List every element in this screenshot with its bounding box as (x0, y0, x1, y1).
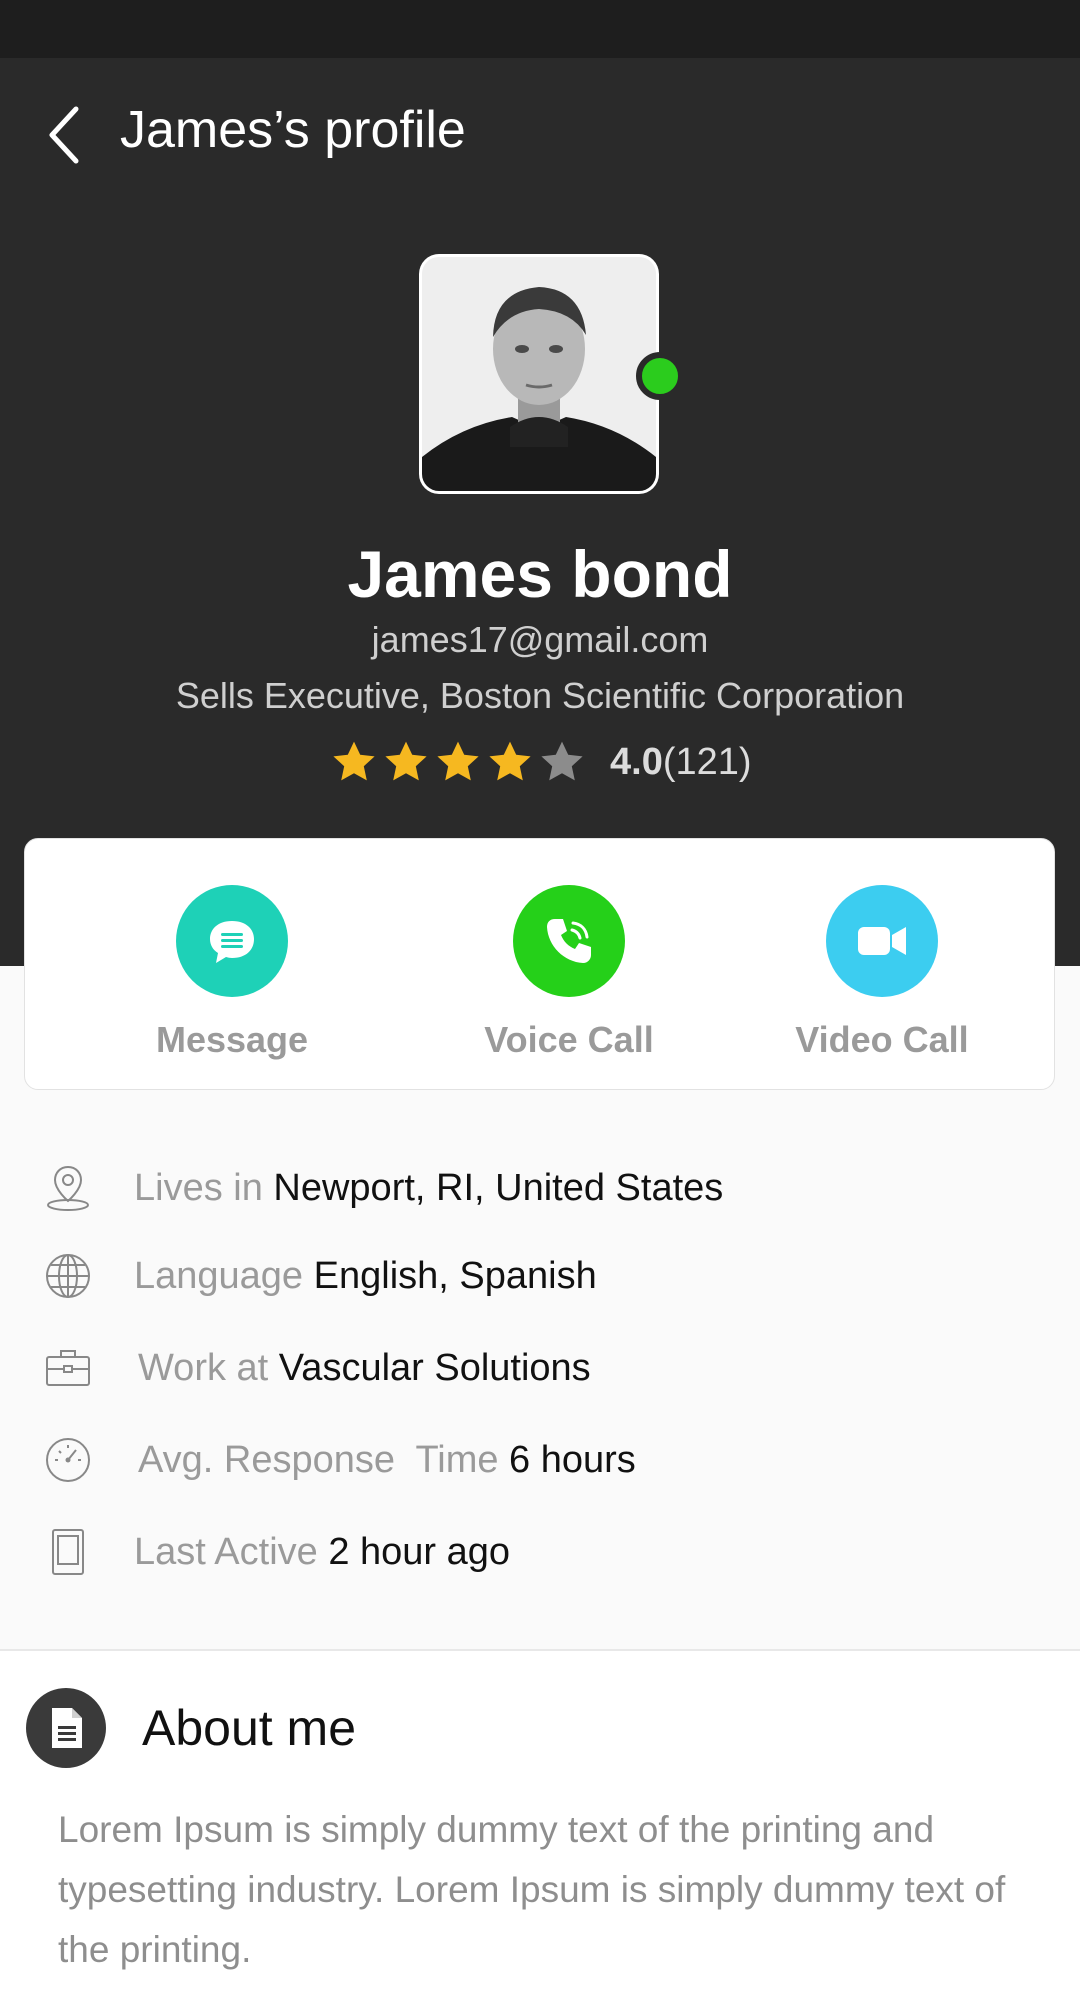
star-icon (437, 741, 479, 781)
phone-device-icon (40, 1524, 96, 1580)
rating: 4.0 (121) (330, 734, 752, 790)
document-icon (26, 1688, 106, 1768)
info-key: Avg. Response Time (138, 1439, 510, 1481)
star-icon (333, 741, 375, 781)
message-button[interactable]: Message (102, 885, 362, 1065)
video-call-button[interactable]: Video Call (752, 885, 1012, 1065)
info-key: Work at (138, 1347, 279, 1389)
avatar[interactable] (419, 254, 659, 494)
profile-header (0, 58, 1080, 966)
profile-name: James bond (347, 537, 733, 611)
info-key: Lives in (134, 1167, 274, 1209)
info-last-active: Last Active 2 hour ago (0, 1512, 1080, 1592)
video-camera-icon (858, 927, 906, 955)
star-empty-icon (541, 741, 583, 781)
info-key: Language (134, 1255, 314, 1297)
avatar-photo (422, 257, 656, 491)
info-value: English, Spanish (313, 1255, 597, 1297)
back-button[interactable] (36, 100, 92, 170)
profile-email: james17@gmail.com (371, 619, 709, 660)
status-bar (0, 0, 1080, 58)
info-language: Language English, Spanish (0, 1236, 1080, 1316)
voice-call-button[interactable]: Voice Call (439, 885, 699, 1065)
info-value: Vascular Solutions (278, 1347, 591, 1389)
info-work: Work at Vascular Solutions (0, 1328, 1080, 1408)
voice-call-label: Voice Call (484, 1019, 654, 1060)
info-value: 6 hours (509, 1439, 636, 1481)
location-pin-icon (40, 1160, 96, 1216)
message-circle (176, 885, 288, 997)
rating-count: (121) (662, 740, 752, 783)
info-response-time: Avg. Response Time 6 hours (0, 1420, 1080, 1500)
chevron-left-icon (49, 106, 79, 164)
rating-value: 4.0 (610, 740, 663, 783)
profile-job-title: Sells Executive, Boston Scientific Corpo… (175, 675, 905, 716)
info-value: Newport, RI, United States (273, 1167, 724, 1209)
about-title: About me (142, 1700, 357, 1756)
gauge-icon (40, 1432, 96, 1488)
phone-icon (547, 919, 591, 963)
globe-icon (40, 1248, 96, 1304)
video-call-circle (826, 885, 938, 997)
star-icon (489, 741, 531, 781)
page-title: James’s profile (120, 101, 466, 159)
message-label: Message (155, 1019, 309, 1060)
info-key: Last Active (134, 1531, 329, 1573)
video-call-label: Video Call (795, 1019, 969, 1060)
online-status-indicator (636, 352, 684, 400)
star-icon (385, 741, 427, 781)
chat-bubble-icon (210, 921, 254, 963)
info-value: 2 hour ago (328, 1531, 511, 1573)
briefcase-icon (40, 1340, 96, 1396)
contact-actions-card: Message Voice Call Video Call (24, 838, 1055, 1090)
voice-call-circle (513, 885, 625, 997)
about-text: Lorem Ipsum is simply dummy text of the … (58, 1809, 1006, 1970)
info-location: Lives in Newport, RI, United States (0, 1148, 1080, 1228)
